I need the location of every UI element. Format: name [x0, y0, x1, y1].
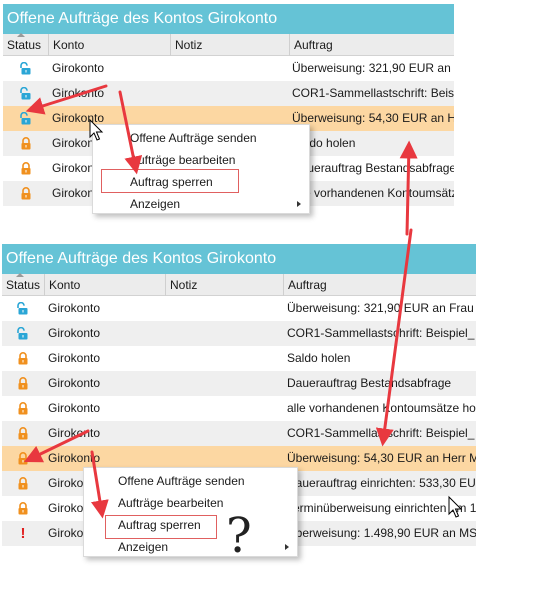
notiz-cell: [169, 346, 283, 371]
column-header-notiz[interactable]: Notiz: [170, 34, 289, 56]
submenu-arrow-icon: [297, 201, 301, 207]
auftrag-cell: COR1-Sammellastschrift: Beispiel_: [287, 326, 475, 340]
table-row[interactable]: Girokonto Überweisung: 321,90 EUR an: [3, 56, 454, 81]
status-cell: [2, 296, 44, 321]
table-row[interactable]: Girokonto Überweisung: 321,90 EUR an Frau: [2, 296, 476, 321]
auftrag-cell: Überweisung: 54,30 EUR an H: [292, 111, 454, 125]
table-row[interactable]: Girokonto alle vorhandenen Kontoumsätze h…: [2, 396, 476, 421]
konto-cell: Girokonto: [48, 301, 101, 315]
lock-icon: [18, 502, 28, 515]
menu-item-send-orders[interactable]: Offene Aufträge senden: [93, 127, 309, 149]
auftrag-cell: Saldo holen: [287, 351, 351, 365]
column-header-auftrag[interactable]: Auftrag: [289, 34, 454, 56]
notiz-cell: [174, 56, 289, 81]
status-cell: [3, 181, 48, 206]
konto-cell: Girokonto: [48, 326, 101, 340]
lock-icon: [21, 162, 30, 175]
auftrag-cell: Überweisung: 1.498,90 EUR an MS: [287, 526, 476, 540]
lock-icon: [18, 452, 28, 465]
status-cell: [3, 156, 48, 181]
status-cell: [2, 371, 44, 396]
status-cell: [2, 446, 44, 471]
status-cell: [2, 321, 44, 346]
unlock-icon: [19, 62, 30, 75]
status-cell: [3, 56, 48, 81]
lock-icon: [18, 427, 28, 440]
status-cell: [3, 106, 48, 131]
auftrag-cell: Überweisung: 321,90 EUR an Frau: [287, 301, 474, 315]
column-header-status[interactable]: Status: [3, 34, 48, 56]
konto-cell: Girokonto: [52, 61, 105, 75]
notiz-cell: [169, 371, 283, 396]
table-row[interactable]: Girokonto COR1-Sammellastschrift: Beispie…: [2, 321, 476, 346]
konto-cell: Girokonto: [48, 351, 101, 365]
table-row[interactable]: Girokonto Saldo holen: [2, 346, 476, 371]
auftrag-cell: Terminüberweisung einrichten am 1: [287, 501, 476, 515]
auftrag-cell: Dauerauftrag Bestandsabfrage: [292, 161, 454, 175]
table-header: Status Konto Notiz Auftrag: [3, 33, 454, 56]
column-header-konto[interactable]: Konto: [48, 34, 170, 56]
menu-item-edit-orders[interactable]: Aufträge bearbeiten: [93, 149, 309, 171]
notiz-cell: [169, 396, 283, 421]
question-mark-annotation: ?: [226, 508, 252, 564]
table-header: Status Konto Notiz Auftrag: [2, 273, 476, 296]
exclamation-icon: !: [20, 525, 26, 542]
panel-title: Offene Aufträge des Kontos Girokonto: [2, 244, 476, 274]
submenu-arrow-icon: [285, 544, 289, 550]
auftrag-cell: Überweisung: 321,90 EUR an: [292, 61, 451, 75]
menu-item-show[interactable]: Anzeigen: [84, 536, 297, 558]
menu-item-show-label: Anzeigen: [130, 197, 181, 211]
menu-item-send-orders[interactable]: Offene Aufträge senden: [84, 470, 297, 492]
context-menu-top: Offene Aufträge senden Aufträge bearbeit…: [92, 124, 310, 214]
notiz-cell: [169, 296, 283, 321]
unlock-icon: [19, 87, 30, 100]
lock-icon: [21, 187, 30, 200]
lock-icon: [18, 477, 28, 490]
menu-item-show-label: Anzeigen: [118, 540, 169, 554]
lock-icon: [18, 352, 28, 365]
auftrag-cell: alle vorhandenen Kontoumsätze: [292, 186, 454, 200]
lock-icon: [18, 377, 28, 390]
lock-icon: [18, 402, 28, 415]
table-row[interactable]: Girokonto COR1-Sammellastschrift: Beispie…: [2, 421, 476, 446]
menu-item-show[interactable]: Anzeigen: [93, 193, 309, 215]
status-cell: [3, 81, 48, 106]
status-cell: !: [2, 521, 44, 546]
panel-title: Offene Aufträge des Kontos Girokonto: [3, 4, 454, 34]
auftrag-cell: COR1-Sammellastschrift: Beis: [292, 86, 454, 100]
status-cell: [2, 471, 44, 496]
unlock-icon: [19, 112, 30, 125]
column-header-status[interactable]: Status: [2, 274, 44, 296]
notiz-cell: [169, 321, 283, 346]
column-header-konto[interactable]: Konto: [44, 274, 165, 296]
table-row[interactable]: Girokonto COR1-Sammellastschrift: Beis: [3, 81, 454, 106]
konto-cell: Girokonto: [48, 376, 101, 390]
menu-item-edit-orders[interactable]: Aufträge bearbeiten: [84, 492, 297, 514]
column-header-auftrag[interactable]: Auftrag: [283, 274, 476, 296]
auftrag-cell: Saldo holen: [292, 136, 356, 150]
notiz-cell: [169, 421, 283, 446]
context-menu-bottom: Offene Aufträge senden Aufträge bearbeit…: [83, 467, 298, 557]
auftrag-cell: Dauerauftrag Bestandsabfrage: [287, 376, 452, 390]
highlight-box: [105, 515, 217, 539]
auftrag-cell: Überweisung: 54,30 EUR an Herr M: [287, 451, 476, 465]
highlight-box: [101, 169, 239, 193]
column-header-notiz[interactable]: Notiz: [165, 274, 283, 296]
lock-icon: [21, 137, 30, 150]
konto-cell: Girokonto: [48, 401, 101, 415]
status-cell: [2, 346, 44, 371]
status-cell: [2, 496, 44, 521]
status-cell: [3, 131, 48, 156]
auftrag-cell: Dauerauftrag einrichten: 533,30 EU: [287, 476, 476, 490]
status-cell: [2, 421, 44, 446]
notiz-cell: [174, 81, 289, 106]
konto-cell: Girokonto: [48, 426, 101, 440]
unlock-icon: [17, 302, 28, 315]
konto-cell: Girokonto: [52, 86, 105, 100]
auftrag-cell: alle vorhandenen Kontoumsätze ho: [287, 401, 476, 415]
status-cell: [2, 396, 44, 421]
table-row[interactable]: Girokonto Dauerauftrag Bestandsabfrage: [2, 371, 476, 396]
auftrag-cell: COR1-Sammellastschrift: Beispiel_: [287, 426, 475, 440]
unlock-icon: [17, 327, 28, 340]
